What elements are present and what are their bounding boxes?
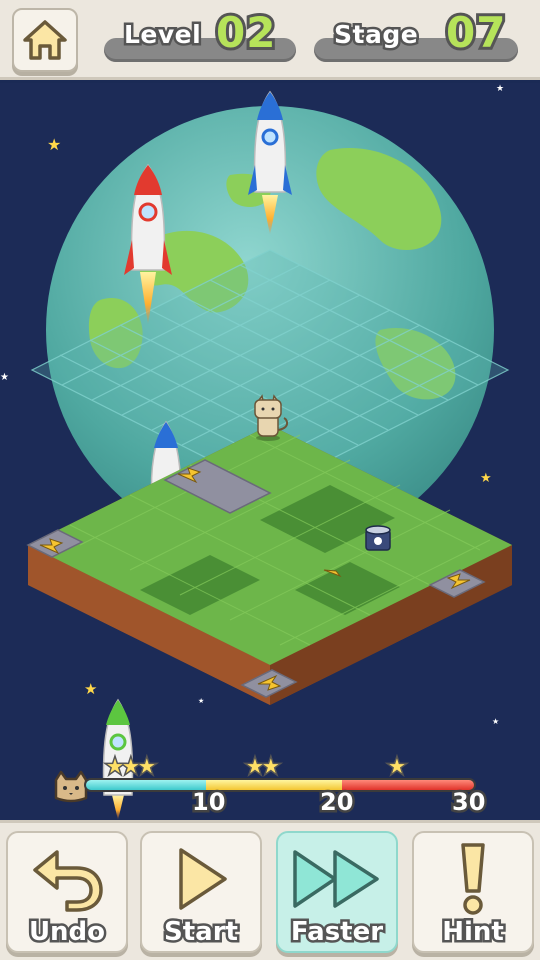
tick-label: 10: [189, 786, 227, 819]
fast-forward-icon: [293, 850, 379, 908]
progress-segment-three-star: [86, 780, 207, 790]
undo-icon: [33, 850, 103, 912]
one-star-marker: ★: [387, 753, 408, 780]
undo-label: Undo: [26, 915, 107, 950]
faster-button[interactable]: Faster: [276, 831, 398, 953]
undo-button[interactable]: Undo: [6, 831, 128, 953]
home-icon: [23, 20, 67, 60]
home-button[interactable]: [12, 8, 78, 72]
tick-label: 30: [449, 786, 487, 819]
stage-value: 07: [443, 5, 508, 60]
svg-text:★: ★: [84, 680, 97, 698]
start-button[interactable]: Start: [140, 831, 262, 953]
stage-label: Stage: [331, 18, 420, 52]
exclamation-icon: [461, 843, 485, 915]
play-icon: [179, 848, 227, 910]
top-bar: Level 02 Stage 07: [0, 0, 540, 80]
level-value: 02: [213, 5, 278, 60]
step-progress: ★★★ ★★ ★ 10 20 30: [0, 748, 540, 820]
game-board[interactable]: ★ ★ ★ ★ ★ ★ ★ ★: [0, 83, 540, 820]
svg-text:★: ★: [0, 372, 9, 383]
faster-label: Faster: [288, 915, 385, 950]
hint-button[interactable]: Hint: [412, 831, 534, 953]
svg-text:★: ★: [47, 135, 61, 154]
progress-track: [84, 778, 476, 792]
hint-label: Hint: [440, 915, 507, 950]
tin-can-item[interactable]: [365, 525, 391, 551]
svg-text:★: ★: [492, 717, 499, 726]
svg-text:★: ★: [496, 84, 504, 94]
game-scene[interactable]: ★ ★ ★ ★ ★ ★ ★ ★: [0, 83, 540, 820]
level-label: Level: [121, 18, 203, 52]
svg-text:★: ★: [480, 471, 492, 486]
svg-text:★: ★: [198, 697, 204, 705]
start-label: Start: [162, 915, 241, 950]
two-star-marker: ★★: [245, 753, 282, 780]
tick-label: 20: [317, 786, 355, 819]
control-bar: Undo Start Faster Hint: [0, 820, 540, 960]
three-star-marker: ★★★: [105, 753, 158, 780]
